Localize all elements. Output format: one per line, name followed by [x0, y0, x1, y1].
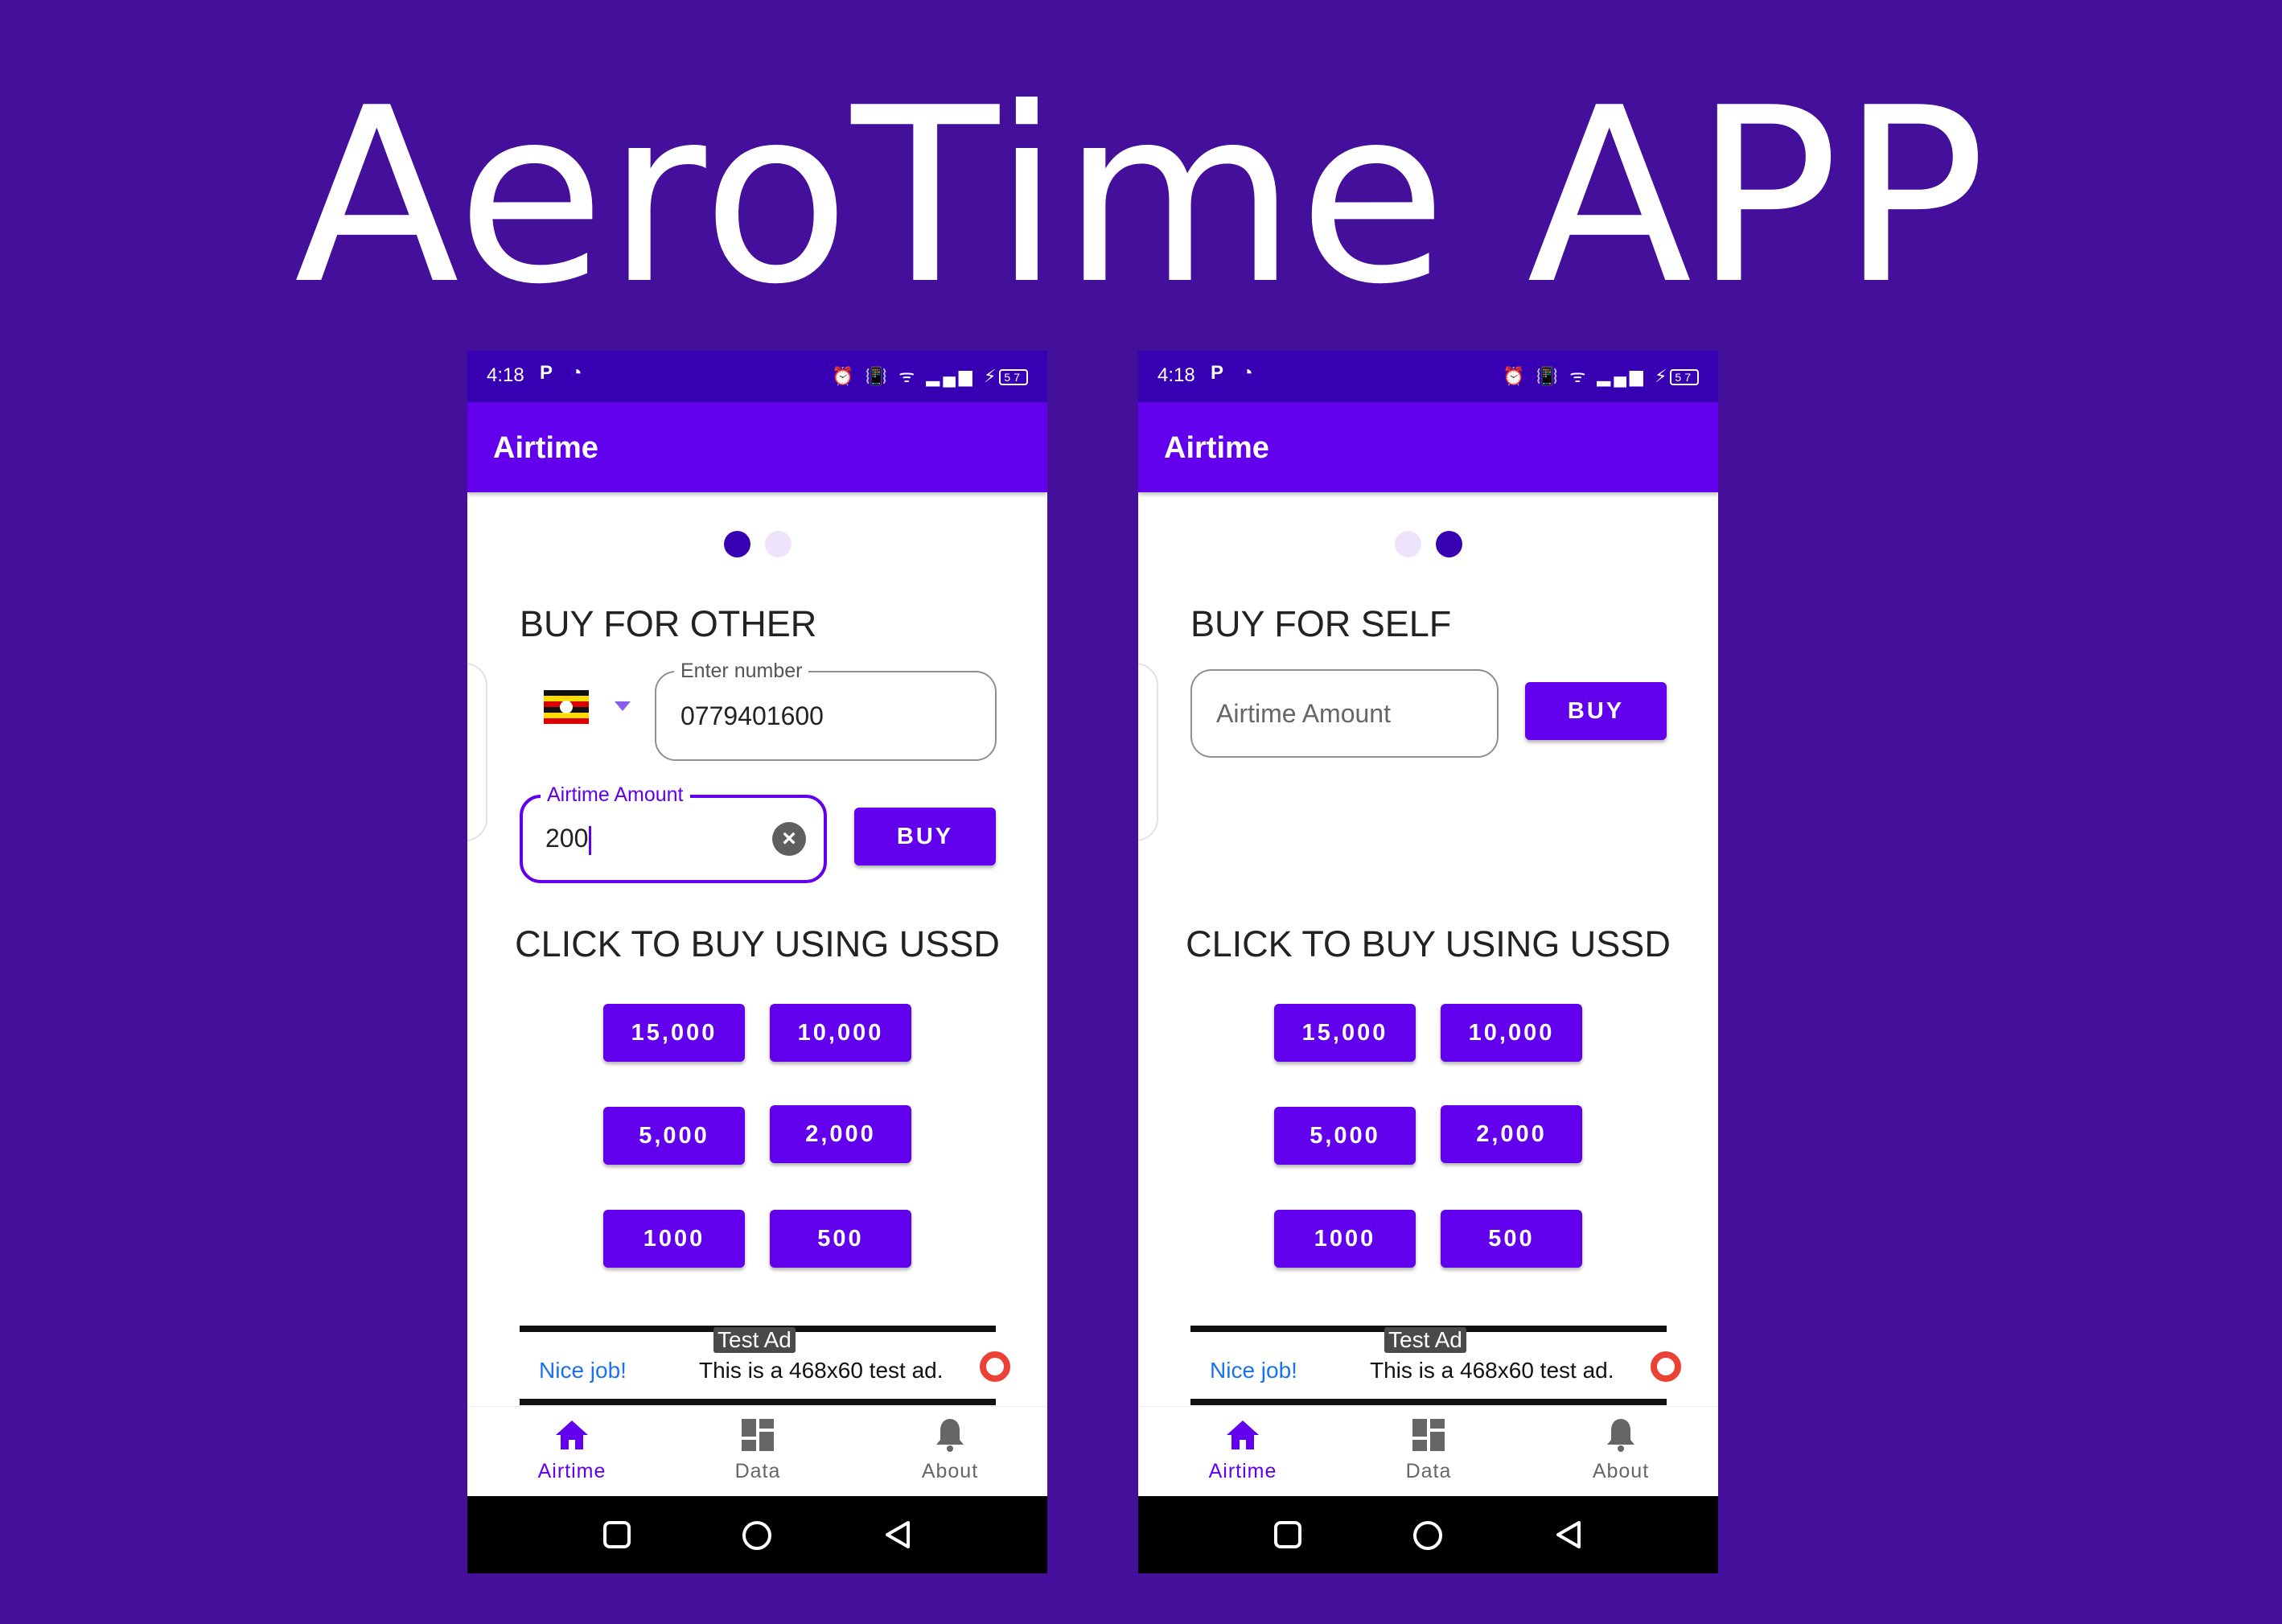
system-navigation-bar [467, 1496, 1047, 1573]
buy-button[interactable]: BUY [1525, 682, 1667, 740]
phone-screen-buy-for-other: 4:18 P ◔ ⏰ 📳 ᯤ ▂▄▆ ⚡ 57 Airtime BUY FOR O… [467, 351, 1047, 1573]
ussd-button-5000[interactable]: 5,000 [603, 1107, 745, 1165]
ussd-button-2000[interactable]: 2,000 [1441, 1105, 1582, 1163]
previous-card-peek [467, 663, 487, 841]
status-bar: 4:18 P ◔ ⏰ 📳 ᯤ ▂▄▆ ⚡ 57 [1138, 351, 1718, 402]
ussd-button-15000[interactable]: 15,000 [603, 1004, 745, 1062]
section-title: BUY FOR SELF [1190, 603, 1452, 644]
ussd-title: CLICK TO BUY USING USSD [1186, 923, 1671, 964]
phone-screen-buy-for-self: 4:18 P ◔ ⏰ 📳 ᯤ ▂▄▆ ⚡ 57 Airtime BUY FOR S… [1138, 351, 1718, 1573]
country-dropdown-arrow-icon[interactable] [615, 701, 631, 711]
airtime-amount-value: 200 [545, 824, 589, 853]
ad-banner[interactable]: Nice job! This is a 468x60 test ad. Test… [1190, 1326, 1681, 1405]
back-icon[interactable] [884, 1520, 911, 1549]
status-bar: 4:18 P ◔ ⏰ 📳 ᯤ ▂▄▆ ⚡ 57 [467, 351, 1047, 402]
recents-icon[interactable] [1273, 1520, 1302, 1549]
notification-icons: P ◔ [540, 362, 589, 384]
ussd-button-2000[interactable]: 2,000 [770, 1105, 911, 1163]
page-indicator [467, 531, 1047, 561]
home-circle-icon[interactable] [1412, 1520, 1443, 1551]
nav-label-data: Data [734, 1460, 781, 1482]
clear-icon[interactable]: × [772, 822, 806, 856]
test-ad-tag: Test Ad [1384, 1327, 1466, 1353]
text-cursor [589, 825, 592, 855]
battery-icon: 57 [999, 369, 1028, 386]
previous-card-peek [1138, 663, 1158, 841]
nav-item-airtime[interactable]: Airtime [1186, 1416, 1299, 1483]
ad-text: This is a 468x60 test ad. [699, 1358, 944, 1383]
ad-banner[interactable]: Nice job! This is a 468x60 test ad. Test… [520, 1326, 1010, 1405]
airtime-amount-input[interactable]: Airtime Amount [1190, 669, 1499, 758]
system-navigation-bar [1138, 1496, 1718, 1573]
ussd-title: CLICK TO BUY USING USSD [515, 923, 1000, 964]
nav-label-about: About [921, 1460, 979, 1482]
ussd-button-10000[interactable]: 10,000 [1441, 1004, 1582, 1062]
ad-logo-icon [980, 1351, 1010, 1382]
home-icon [1186, 1416, 1299, 1453]
nav-item-about[interactable]: About [1565, 1416, 1677, 1483]
ad-logo-icon [1651, 1351, 1681, 1382]
nav-label-airtime: Airtime [537, 1460, 606, 1482]
page-dot-1[interactable] [1394, 531, 1421, 557]
battery-icon: 57 [1670, 369, 1699, 386]
page-indicator [1138, 531, 1718, 561]
status-time: 4:18 [487, 364, 524, 386]
home-icon [516, 1416, 628, 1453]
home-circle-icon[interactable] [742, 1520, 772, 1551]
status-time: 4:18 [1157, 364, 1195, 386]
nav-label-about: About [1592, 1460, 1650, 1482]
nav-label-data: Data [1405, 1460, 1452, 1482]
ussd-button-500[interactable]: 500 [1441, 1210, 1582, 1268]
ussd-button-5000[interactable]: 5,000 [1274, 1107, 1416, 1165]
phone-number-input[interactable]: Enter number 0779401600 [655, 660, 997, 761]
app-bar: Airtime [1138, 402, 1718, 492]
test-ad-tag: Test Ad [713, 1327, 796, 1353]
ad-headline: Nice job! [1210, 1358, 1297, 1383]
phone-number-value: 0779401600 [680, 701, 824, 730]
app-bar: Airtime [467, 402, 1047, 492]
ussd-button-10000[interactable]: 10,000 [770, 1004, 911, 1062]
system-status-icons: ⏰ 📳 ᯤ ▂▄▆ ⚡ 57 [832, 364, 1028, 388]
uganda-flag-icon[interactable] [544, 690, 589, 724]
recents-icon[interactable] [602, 1520, 631, 1549]
dashboard-icon [1372, 1416, 1485, 1453]
ussd-button-1000[interactable]: 1000 [603, 1210, 745, 1268]
ussd-button-500[interactable]: 500 [770, 1210, 911, 1268]
section-title: BUY FOR OTHER [520, 603, 817, 644]
ad-headline: Nice job! [539, 1358, 627, 1383]
nav-item-data[interactable]: Data [1372, 1416, 1485, 1483]
ussd-button-1000[interactable]: 1000 [1274, 1210, 1416, 1268]
airtime-amount-input[interactable]: Airtime Amount 200 × [520, 783, 827, 883]
notification-icons: P ◔ [1211, 362, 1260, 384]
nav-label-airtime: Airtime [1208, 1460, 1277, 1482]
page-dot-2[interactable] [1435, 531, 1462, 557]
airtime-amount-placeholder: Airtime Amount [1216, 699, 1391, 728]
page-dot-1[interactable] [723, 531, 750, 557]
bell-icon [1565, 1416, 1677, 1453]
dashboard-icon [701, 1416, 814, 1453]
back-icon[interactable] [1555, 1520, 1582, 1549]
ad-text: This is a 468x60 test ad. [1370, 1358, 1614, 1383]
bottom-navigation: Airtime Data About [1138, 1406, 1718, 1496]
nav-item-airtime[interactable]: Airtime [516, 1416, 628, 1483]
system-status-icons: ⏰ 📳 ᯤ ▂▄▆ ⚡ 57 [1503, 364, 1699, 388]
bottom-navigation: Airtime Data About [467, 1406, 1047, 1496]
nav-item-about[interactable]: About [894, 1416, 1006, 1483]
app-bar-title: Airtime [1164, 431, 1269, 465]
ussd-button-15000[interactable]: 15,000 [1274, 1004, 1416, 1062]
page-dot-2[interactable] [764, 531, 792, 557]
nav-item-data[interactable]: Data [701, 1416, 814, 1483]
banner-title: AeroTime APP [294, 56, 1988, 337]
app-bar-title: Airtime [493, 431, 598, 465]
buy-button[interactable]: BUY [854, 808, 996, 865]
bell-icon [894, 1416, 1006, 1453]
